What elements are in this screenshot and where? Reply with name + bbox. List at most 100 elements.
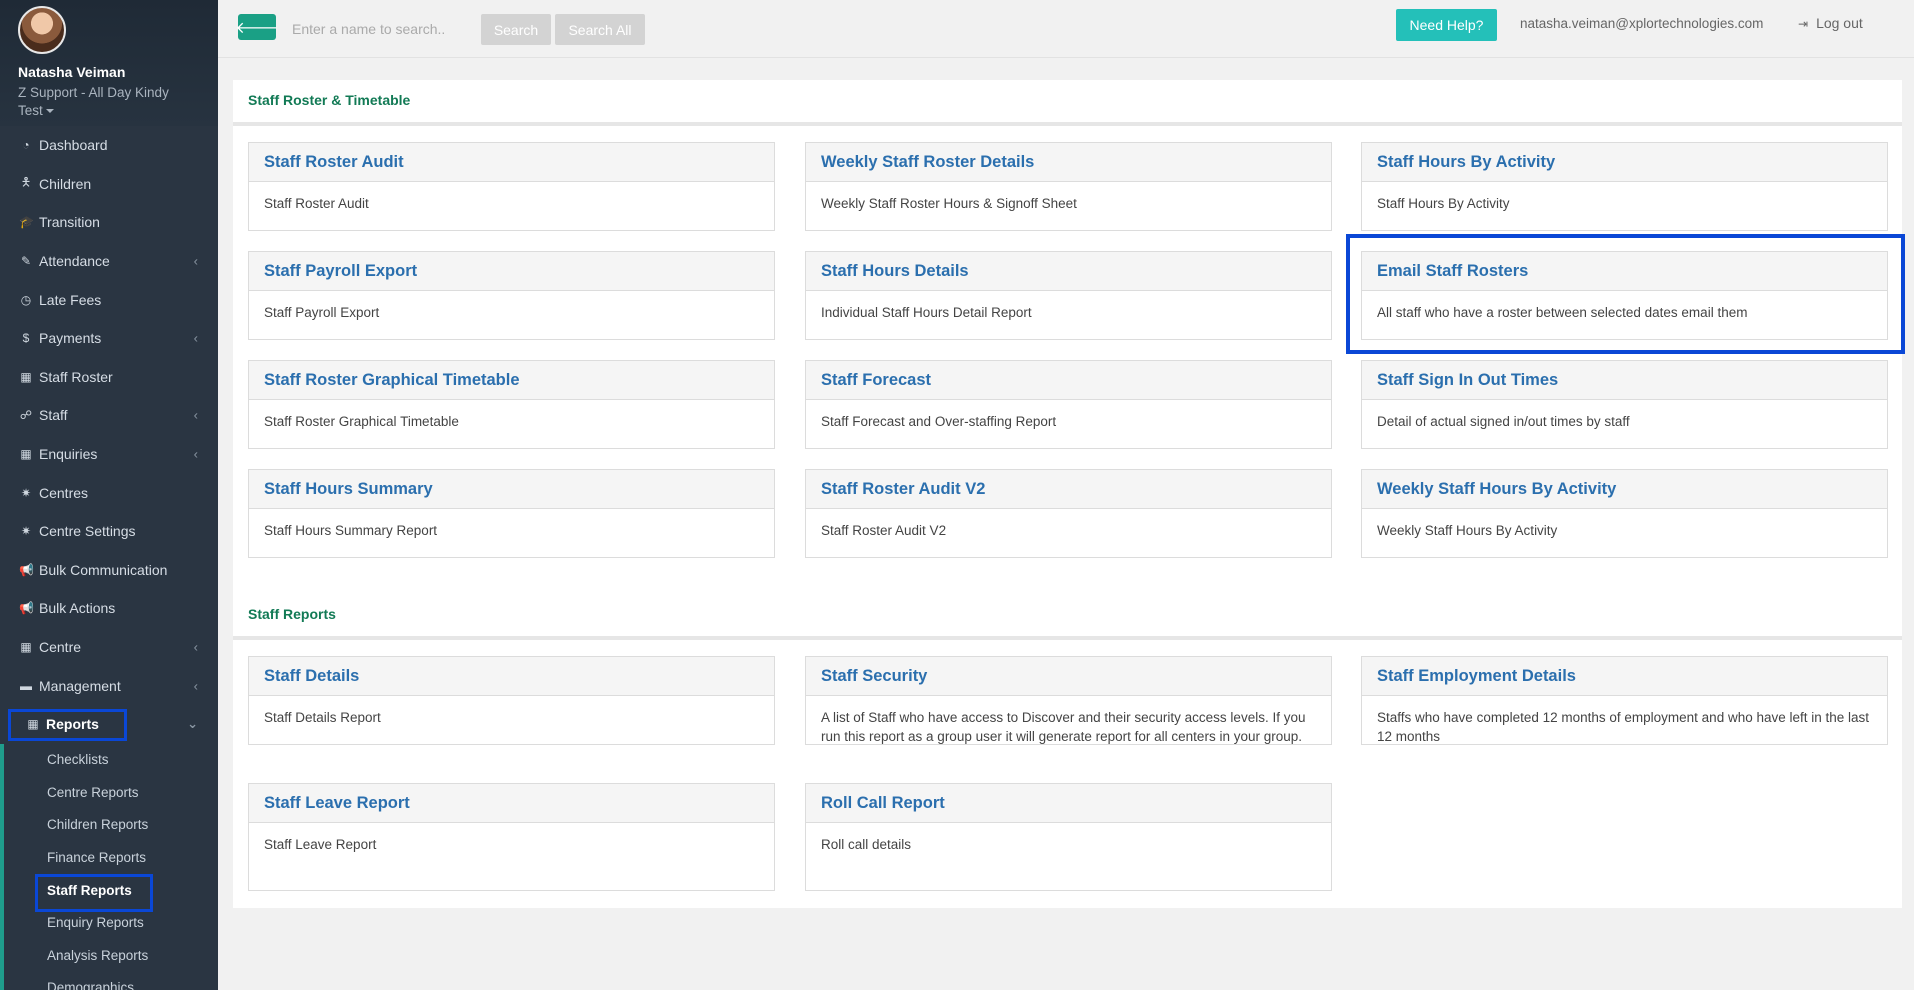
chevron-left-icon: ‹ xyxy=(193,639,198,655)
sidebar-item-staff[interactable]: ☍ Staff ‹ xyxy=(0,396,218,435)
subnav-item-checklists[interactable]: Checklists xyxy=(4,744,218,777)
sign-out-icon: ⇥ xyxy=(1798,17,1809,31)
sidebar-item-enquiries[interactable]: ▦ Enquiries ‹ xyxy=(0,435,218,474)
report-card-staff-roster-audit-v2[interactable]: Staff Roster Audit V2 Staff Roster Audit … xyxy=(805,469,1332,558)
clock-icon: ◷ xyxy=(20,292,32,307)
sidebar-item-label: Staff Roster xyxy=(39,368,113,385)
chevron-left-icon: ‹ xyxy=(193,407,198,423)
report-card-staff-security[interactable]: Staff Security A list of Staff who have a… xyxy=(805,656,1332,745)
cog-icon: ✷ xyxy=(20,485,32,500)
report-card-roll-call-report[interactable]: Roll Call Report Roll call details xyxy=(805,783,1332,891)
profile-name: Natasha Veiman xyxy=(18,64,126,80)
sitemap-icon: ☍ xyxy=(19,408,33,423)
report-card-title[interactable]: Staff Payroll Export xyxy=(249,252,774,291)
centre-selector[interactable]: Z Support - All Day Kindy Test xyxy=(18,84,200,120)
search-all-button[interactable]: Search All xyxy=(555,14,645,45)
sidebar-item-children[interactable]: 🯅 Children xyxy=(0,165,218,204)
sidebar-item-bulk-communication[interactable]: 📢 Bulk Communication xyxy=(0,551,218,590)
sidebar-item-centre[interactable]: ▦ Centre ‹ xyxy=(0,628,218,667)
back-button[interactable]: 🡐 xyxy=(235,14,279,40)
search-input[interactable] xyxy=(284,14,492,44)
avatar[interactable] xyxy=(18,6,66,54)
arrow-left-icon: 🡐 xyxy=(235,19,279,37)
sidebar-item-bulk-actions[interactable]: 📢 Bulk Actions xyxy=(0,589,218,628)
report-card-title[interactable]: Staff Forecast xyxy=(806,361,1331,400)
report-card-staff-employment-details[interactable]: Staff Employment Details Staffs who have … xyxy=(1361,656,1888,745)
report-card-title[interactable]: Roll Call Report xyxy=(806,784,1331,823)
chevron-left-icon: ‹ xyxy=(193,446,198,462)
report-card-description: A list of Staff who have access to Disco… xyxy=(821,710,1306,744)
sidebar-item-label: Enquiries xyxy=(39,446,98,463)
subnav-item-enquiry-reports[interactable]: Enquiry Reports xyxy=(4,906,218,939)
chevron-left-icon: ‹ xyxy=(193,330,198,346)
report-card-description: Detail of actual signed in/out times by … xyxy=(1377,414,1630,429)
subnav-item-label: Finance Reports xyxy=(47,850,147,866)
report-card-title[interactable]: Staff Hours By Activity xyxy=(1362,143,1887,182)
sidebar-item-staff-roster[interactable]: ▦ Staff Roster xyxy=(0,358,218,397)
report-card-title[interactable]: Weekly Staff Roster Details xyxy=(806,143,1331,182)
report-card-description: Staff Details Report xyxy=(264,710,381,725)
report-card-title[interactable]: Staff Hours Details xyxy=(806,252,1331,291)
report-card-description: Weekly Staff Roster Hours & Signoff Shee… xyxy=(821,196,1077,211)
report-card-weekly-staff-roster-details[interactable]: Weekly Staff Roster Details Weekly Staff … xyxy=(805,142,1332,231)
graduation-cap-icon: 🎓 xyxy=(19,215,34,230)
report-card-staff-roster-graphical-timetable[interactable]: Staff Roster Graphical Timetable Staff Ro… xyxy=(248,360,775,449)
report-card-weekly-staff-hours-by-activity[interactable]: Weekly Staff Hours By Activity Weekly Sta… xyxy=(1361,469,1888,558)
logout-link[interactable]: ⇥ Log out xyxy=(1798,15,1863,31)
report-card-staff-hours-by-activity[interactable]: Staff Hours By Activity Staff Hours By Ac… xyxy=(1361,142,1888,231)
sidebar-item-late-fees[interactable]: ◷ Late Fees xyxy=(0,280,218,319)
subnav-item-analysis-reports[interactable]: Analysis Reports xyxy=(4,939,218,972)
report-card-title[interactable]: Staff Roster Graphical Timetable xyxy=(249,361,774,400)
sidebar: Natasha Veiman Z Support - All Day Kindy… xyxy=(0,0,218,990)
report-card-staff-payroll-export[interactable]: Staff Payroll Export Staff Payroll Export xyxy=(248,251,775,340)
subnav-item-staff-reports[interactable]: Staff Reports xyxy=(4,873,218,912)
sidebar-item-label: Late Fees xyxy=(39,291,102,308)
sidebar-item-label: Bulk Communication xyxy=(39,561,168,578)
sidebar-item-management[interactable]: ▬ Management ‹ xyxy=(0,666,218,705)
topbar: 🡐 Search Search All Need Help? natasha.v… xyxy=(218,0,1914,58)
main-nav: ◔ Dashboard 🯅 Children 🎓 Transition ✎ Attendanc… xyxy=(0,126,218,705)
sidebar-item-dashboard[interactable]: ◔ Dashboard xyxy=(0,126,218,165)
chevron-left-icon: ‹ xyxy=(193,253,198,269)
report-card-title[interactable]: Staff Hours Summary xyxy=(249,470,774,509)
report-card-title[interactable]: Weekly Staff Hours By Activity xyxy=(1362,470,1887,509)
dollar-icon: $ xyxy=(22,331,30,346)
subnav-item-children-reports[interactable]: Children Reports xyxy=(4,809,218,842)
search-button[interactable]: Search xyxy=(481,14,551,45)
report-card-title[interactable]: Staff Sign In Out Times xyxy=(1362,361,1887,400)
report-card-staff-leave-report[interactable]: Staff Leave Report Staff Leave Report xyxy=(248,783,775,891)
bullhorn-icon: 📢 xyxy=(19,562,34,577)
report-card-title[interactable]: Staff Roster Audit V2 xyxy=(806,470,1331,509)
subnav-item-demographics[interactable]: Demographics xyxy=(4,972,218,990)
folder-icon: ▬ xyxy=(20,678,32,693)
report-card-staff-hours-details[interactable]: Staff Hours Details Individual Staff Hour… xyxy=(805,251,1332,340)
logout-label: Log out xyxy=(1816,15,1863,31)
reports-subnav: Checklists Centre Reports Children Reports… xyxy=(0,743,218,990)
report-card-description: Staffs who have completed 12 months of e… xyxy=(1377,710,1870,744)
report-card-staff-details[interactable]: Staff Details Staff Details Report xyxy=(248,656,775,745)
report-card-title[interactable]: Staff Roster Audit xyxy=(249,143,774,182)
report-card-title[interactable]: Staff Employment Details xyxy=(1362,657,1887,696)
sidebar-item-label: Centre Settings xyxy=(39,523,136,540)
sidebar-item-centres[interactable]: ✷ Centres xyxy=(0,473,218,512)
sidebar-item-label: Children xyxy=(39,175,92,192)
report-card-title[interactable]: Staff Details xyxy=(249,657,774,696)
report-card-title[interactable]: Staff Security xyxy=(806,657,1331,696)
subnav-item-centre-reports[interactable]: Centre Reports xyxy=(4,776,218,809)
sidebar-item-reports[interactable]: ▦ Reports ⌄ xyxy=(0,705,218,744)
sidebar-item-transition[interactable]: 🎓 Transition xyxy=(0,203,218,242)
section-divider xyxy=(233,122,1902,126)
report-card-staff-hours-summary[interactable]: Staff Hours Summary Staff Hours Summary R… xyxy=(248,469,775,558)
report-card-description: Staff Roster Graphical Timetable xyxy=(264,414,459,429)
report-card-staff-forecast[interactable]: Staff Forecast Staff Forecast and Over-st… xyxy=(805,360,1332,449)
sidebar-item-centre-settings[interactable]: ✷ Centre Settings xyxy=(0,512,218,551)
sidebar-item-label: Centre xyxy=(39,639,82,656)
report-card-staff-roster-audit[interactable]: Staff Roster Audit Staff Roster Audit xyxy=(248,142,775,231)
report-card-title[interactable]: Staff Leave Report xyxy=(249,784,774,823)
child-icon: 🯅 xyxy=(20,175,32,190)
sidebar-item-attendance[interactable]: ✎ Attendance ‹ xyxy=(0,242,218,281)
need-help-button[interactable]: Need Help? xyxy=(1396,9,1497,41)
report-card-staff-sign-in-out-times[interactable]: Staff Sign In Out Times Detail of actual … xyxy=(1361,360,1888,449)
sidebar-item-payments[interactable]: $ Payments ‹ xyxy=(0,319,218,358)
subnav-item-finance-reports[interactable]: Finance Reports xyxy=(4,841,218,874)
